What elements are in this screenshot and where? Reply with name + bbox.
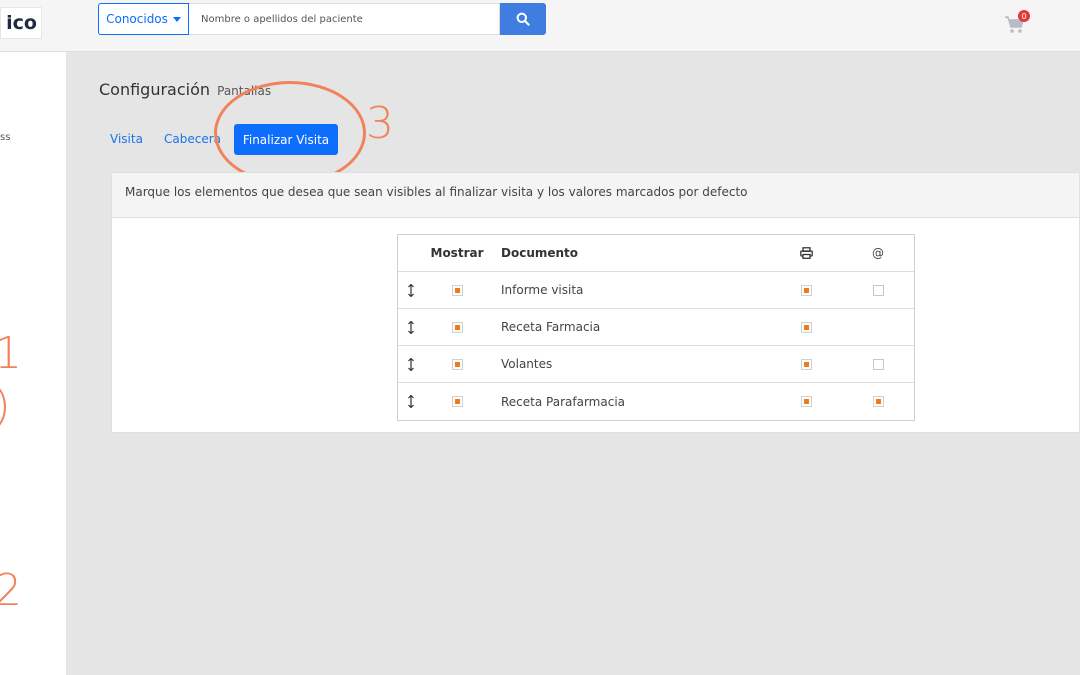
email-cell — [868, 309, 888, 345]
sidebar-item-label[interactable]: ss — [0, 132, 10, 143]
column-header-document: Documento — [501, 246, 579, 260]
settings-panel: Marque los elementos que desea que sean … — [111, 172, 1080, 433]
print-cell — [796, 309, 816, 345]
show-checkbox[interactable] — [451, 396, 463, 407]
annotation-number-2: 2 — [0, 565, 22, 616]
print-checkbox[interactable] — [800, 321, 812, 333]
app-logo[interactable]: ico — [0, 7, 42, 39]
document-name: Receta Parafarmacia — [501, 394, 626, 409]
top-bar: ico Conocidos 0 — [0, 0, 1080, 52]
show-cell — [432, 272, 482, 308]
email-cell — [868, 346, 888, 382]
show-cell — [432, 346, 482, 382]
tab-visita[interactable]: Visita — [110, 132, 143, 146]
panel-description: Marque los elementos que desea que sean … — [112, 173, 1079, 218]
show-cell — [432, 309, 482, 345]
patient-search-input[interactable] — [189, 3, 500, 35]
annotation-number-3: 3 — [366, 98, 394, 149]
drag-handle[interactable] — [406, 272, 416, 308]
documents-table: Mostrar Documento @ Informe visita Receta… — [397, 234, 915, 421]
email-checkbox[interactable] — [872, 396, 884, 407]
print-cell — [796, 346, 816, 382]
drag-handle[interactable] — [406, 309, 416, 345]
table-row: Receta Parafarmacia — [398, 383, 914, 420]
annotation-number-1: 1 — [0, 328, 22, 379]
print-icon — [799, 247, 813, 259]
column-header-show: Mostrar — [430, 246, 484, 260]
document-name: Receta Farmacia — [501, 320, 601, 334]
search-button[interactable] — [500, 3, 546, 35]
chevron-down-icon — [172, 16, 181, 22]
search-icon — [516, 12, 530, 26]
page-title-text: Configuración — [99, 80, 211, 99]
print-checkbox[interactable] — [800, 284, 812, 296]
drag-handle-icon — [408, 320, 414, 334]
table-row: Informe visita — [398, 272, 914, 309]
email-checkbox[interactable] — [872, 358, 884, 370]
show-checkbox[interactable] — [451, 358, 463, 370]
cart-count-badge: 0 — [1018, 10, 1030, 22]
column-header-email: @ — [868, 235, 888, 271]
print-checkbox[interactable] — [800, 358, 812, 370]
table-row: Receta Farmacia — [398, 309, 914, 346]
email-checkbox[interactable] — [872, 284, 884, 296]
document-name: Volantes — [501, 357, 553, 371]
known-patients-dropdown[interactable]: Conocidos — [98, 3, 189, 35]
print-cell — [796, 383, 816, 420]
logo-text: ico — [6, 12, 37, 34]
email-cell — [868, 272, 888, 308]
drag-handle[interactable] — [406, 383, 416, 420]
email-cell — [868, 383, 888, 420]
table-body: Informe visita Receta Farmacia Volantes Rec… — [398, 272, 914, 420]
drag-handle[interactable] — [406, 346, 416, 382]
print-checkbox[interactable] — [800, 396, 812, 407]
at-icon: @ — [872, 246, 884, 260]
dropdown-label: Conocidos — [106, 12, 168, 26]
drag-handle-icon — [408, 283, 414, 297]
annotation-highlight-ellipse — [214, 81, 366, 185]
document-name: Informe visita — [501, 283, 584, 297]
show-cell — [432, 383, 482, 420]
show-checkbox[interactable] — [451, 284, 463, 296]
tab-cabecera[interactable]: Cabecera — [164, 132, 221, 146]
print-cell — [796, 272, 816, 308]
column-header-print — [796, 235, 816, 271]
drag-handle-icon — [408, 395, 414, 408]
table-header-row: Mostrar Documento @ — [398, 235, 914, 272]
table-row: Volantes — [398, 346, 914, 383]
drag-handle-icon — [408, 357, 414, 371]
cart-button[interactable]: 0 — [1004, 10, 1030, 38]
show-checkbox[interactable] — [451, 321, 463, 333]
